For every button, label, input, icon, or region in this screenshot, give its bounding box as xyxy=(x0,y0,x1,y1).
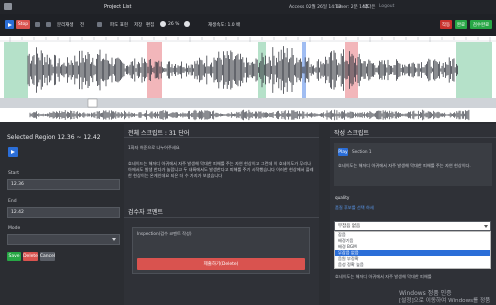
mode-select[interactable] xyxy=(7,234,120,245)
work-button[interactable]: 작동 xyxy=(440,20,452,29)
submit-review-button[interactable]: 제출하기(Delete) xyxy=(137,258,305,270)
edit-tool[interactable]: 편집 xyxy=(146,22,154,28)
user-name: 박다은 xyxy=(363,5,376,10)
quality-label: quality xyxy=(335,195,350,200)
waveform[interactable] xyxy=(0,36,496,122)
speaker-note: 1화자 허준으로 나누어주세요 xyxy=(128,145,180,150)
section-card: Play Section 1 호네이도는 해저디 아귀에서 자주 발생해 막대한… xyxy=(334,143,492,186)
divider xyxy=(124,137,319,138)
section-script-text[interactable]: 호네이도는 해저디 아귀에서 자주 발생해 막대한 피해를 주는 자연 현상이다… xyxy=(338,163,488,169)
save-button[interactable]: Save xyxy=(7,252,21,261)
review-comment-box: Inspection(검수 코멘트 작성) 제출하기(Delete) xyxy=(132,227,310,274)
activation-watermark: [설정]으로 이동하여 Windows를 정품 인증합니다. xyxy=(399,298,491,304)
playback-speed[interactable]: 재생속도: 1.0 배 xyxy=(208,22,240,28)
written-script-panel: 작성 스크립트 Play Section 1 호네이도는 해저디 아귀에서 자주… xyxy=(330,124,496,305)
end-label: End xyxy=(8,199,17,204)
forward-icon[interactable] xyxy=(46,22,51,27)
save-tool[interactable]: 저장 xyxy=(134,22,142,28)
waveform-minimap xyxy=(29,109,470,121)
scroll-thumb[interactable] xyxy=(87,98,98,108)
project-list-link[interactable]: Project List xyxy=(104,4,131,10)
quality-note: 품질 후보를 선택 하세 xyxy=(335,205,374,210)
toolbar: Stop 분리재생 전 파도 표현 저장 편집 26 % 재생속도: 1.0 배… xyxy=(0,14,496,36)
full-script-text: 호네이드는 해저디 아귀에서 자주 발생해 막대한 피해를 주는 자연 현상이고… xyxy=(128,161,314,178)
start-label: Start xyxy=(8,171,19,176)
logout-link[interactable]: Logout xyxy=(379,4,394,9)
mode-b-toggle[interactable]: 전 xyxy=(80,22,84,28)
top-bar: Project List Access 02월 26일 14:13 Timer:… xyxy=(0,0,496,14)
zoom-out-icon[interactable] xyxy=(160,21,166,27)
quality-select[interactable]: 무잡음 없음 xyxy=(334,221,491,231)
access-time: Access 02월 26일 14:13 xyxy=(289,5,342,10)
review-comment-title: 검수자 코멘트 xyxy=(128,209,164,216)
quality-options-list[interactable]: 잡음 배경기음 배경 BGM 무잡음 없음 음원 부정확 음성 정확 높음 xyxy=(334,231,491,269)
zoom-value: 26 % xyxy=(168,22,180,27)
zoom-in-icon[interactable] xyxy=(184,21,190,27)
waveform-panel[interactable] xyxy=(0,36,496,122)
divider xyxy=(124,217,319,218)
mode-a-toggle[interactable]: 분리재생 xyxy=(57,22,74,28)
region-play-button[interactable] xyxy=(8,147,18,157)
selected-region-title: Selected Region 12.36 ~ 12.42 xyxy=(7,134,101,141)
review-comment-field[interactable]: Inspection(검수 코멘트 작성) xyxy=(137,231,192,237)
zoom-tool[interactable]: 파도 표현 xyxy=(110,22,128,28)
full-script-panel: 전체 스크립트 : 31 단어 1화자 허준으로 나누어주세요 호네이드는 해저… xyxy=(124,124,319,305)
start-field[interactable]: 12.36 xyxy=(7,179,120,190)
loop-icon[interactable] xyxy=(97,22,102,27)
region-segment[interactable] xyxy=(456,42,492,98)
play-button[interactable] xyxy=(5,20,14,29)
scroll-bar[interactable] xyxy=(0,98,496,108)
minimap-path xyxy=(29,109,470,121)
end-field[interactable]: 12.42 xyxy=(7,207,120,218)
rewind-icon[interactable] xyxy=(35,22,40,27)
menu-icon[interactable] xyxy=(4,3,12,10)
play-icon xyxy=(7,22,12,27)
stop-button[interactable]: Stop xyxy=(16,20,30,29)
full-script-title: 전체 스크립트 : 31 단어 xyxy=(128,130,190,137)
waveform-main xyxy=(27,46,458,94)
review-complete-button[interactable]: 검수완료 xyxy=(470,20,492,29)
cancel-button[interactable]: Cancel xyxy=(40,252,55,261)
delete-button[interactable]: Delete xyxy=(23,252,38,261)
chevron-down-icon xyxy=(112,238,116,241)
region-segment[interactable] xyxy=(4,42,28,98)
chevron-down-icon xyxy=(484,225,488,228)
complete-button[interactable]: 완료 xyxy=(455,20,467,29)
divider xyxy=(330,137,496,138)
section-script-text-2: 호네이도는 해저디 아귀에서 자주 발생해 막대한 피해를 xyxy=(335,274,432,279)
play-icon xyxy=(11,150,15,154)
mode-label: Mode xyxy=(8,226,21,231)
waveform-path xyxy=(27,46,458,94)
written-script-title: 작성 스크립트 xyxy=(334,130,370,137)
section-play-button[interactable]: Play xyxy=(338,148,348,156)
section-label: Section 1 xyxy=(352,149,372,154)
quality-option[interactable]: 음성 정확 높음 xyxy=(335,262,490,268)
region-panel: Selected Region 12.36 ~ 12.42 Start 12.3… xyxy=(0,122,122,305)
